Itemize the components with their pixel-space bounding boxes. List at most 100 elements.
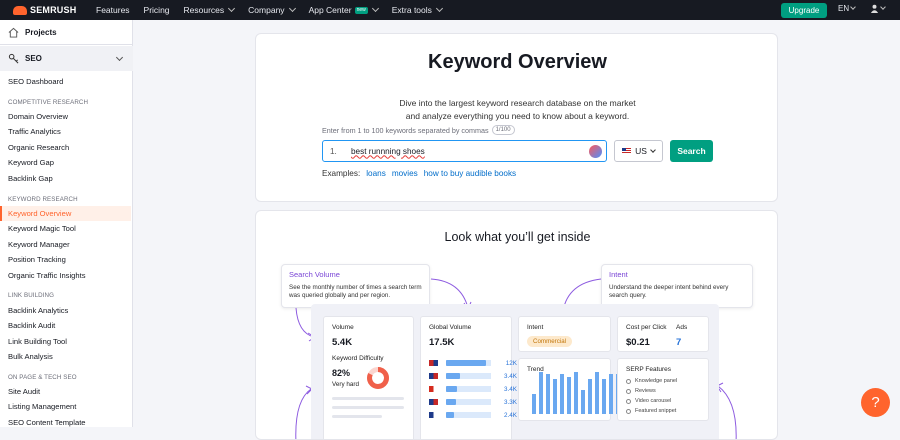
sidebar-item-keyword-gap[interactable]: Keyword Gap [8, 158, 54, 167]
sidebar-item-keyword-manager[interactable]: Keyword Manager [8, 240, 70, 249]
placeholder-line [332, 406, 404, 409]
main-content: Keyword Overview Dive into the largest k… [134, 20, 900, 440]
sidebar-item-organic-traffic-insights[interactable]: Organic Traffic Insights [8, 271, 86, 280]
example-link-audible[interactable]: how to buy audible books [424, 169, 516, 178]
sidebar-item-traffic-analytics[interactable]: Traffic Analytics [8, 127, 61, 136]
country-volume-row: 3.4K [429, 372, 517, 380]
keyword-count-badge: 1/100 [491, 125, 515, 135]
language-selector[interactable]: EN [838, 4, 856, 13]
upgrade-button[interactable]: Upgrade [781, 3, 827, 18]
sidebar-item-link-building-tool[interactable]: Link Building Tool [8, 337, 67, 346]
keyword-input[interactable]: 1. best runnning shoes [322, 140, 607, 162]
page-subtitle-line-2: and analyze everything you need to know … [405, 111, 630, 121]
features-preview-card: Look what you’ll get inside Search Volum… [255, 210, 778, 440]
sidebar-section-on-page: ON PAGE & TECH SEO [8, 374, 77, 381]
country-volume-row: 2.4K [429, 411, 517, 419]
trend-bar [539, 372, 543, 414]
sidebar-item-domain-overview[interactable]: Domain Overview [8, 112, 68, 121]
sidebar-section-link-building: LINK BUILDING [8, 292, 54, 299]
global-volume-widget: Global Volume 17.5K 12K 3.4K 3.4K 3.3K 2.4K [420, 316, 517, 439]
examples-row: Examples: loans movies how to buy audibl… [322, 169, 517, 178]
country-volume-value: 3.4K [504, 385, 517, 393]
country-volume-value: 3.4K [504, 372, 517, 380]
top-bar: SEMRUSH Features Pricing Resources Compa… [0, 0, 900, 20]
semrush-flame-icon [13, 5, 27, 15]
trend-bar [532, 394, 536, 414]
sidebar-item-seo-content-template[interactable]: SEO Content Template [8, 418, 86, 427]
country-volume-row: 3.3K [429, 398, 517, 406]
nav-features[interactable]: Features [96, 5, 130, 15]
chevron-down-icon [650, 146, 656, 153]
volume-widget: Volume 5.4K Keyword Difficulty 82% Very … [323, 316, 414, 439]
country-flag-icon [429, 399, 438, 405]
reviews-icon [626, 388, 631, 394]
chevron-down-icon [435, 4, 443, 13]
sidebar-item-keyword-magic-tool[interactable]: Keyword Magic Tool [8, 224, 76, 233]
trend-bar [546, 374, 550, 414]
database-selector[interactable]: US [614, 140, 663, 162]
nav-resources[interactable]: Resources [184, 4, 236, 15]
sidebar-projects[interactable]: Projects [0, 20, 133, 45]
country-flag-icon [429, 412, 438, 418]
trend-chart [532, 370, 620, 414]
volume-bar [446, 360, 486, 366]
country-volume-row: 3.4K [429, 385, 517, 393]
grammar-assistant-icon[interactable] [589, 145, 602, 158]
country-flag-icon [429, 373, 438, 379]
sidebar-item-keyword-overview[interactable]: Keyword Overview [8, 209, 71, 218]
sidebar-item-backlink-analytics[interactable]: Backlink Analytics [8, 306, 68, 315]
example-link-loans[interactable]: loans [366, 169, 386, 178]
nav-company[interactable]: Company [248, 4, 296, 15]
sidebar-seo-toggle[interactable]: SEO [0, 46, 133, 71]
new-badge: new [354, 6, 368, 14]
sidebar-section-keyword: KEYWORD RESEARCH [8, 196, 78, 203]
serp-item: Video carousel [626, 398, 671, 404]
sidebar-item-listing-management[interactable]: Listing Management [8, 402, 76, 411]
keyword-input-value: best runnning shoes [351, 146, 425, 156]
trend-bar [553, 379, 557, 414]
trend-bar [609, 374, 613, 414]
trend-bar [574, 372, 578, 414]
user-icon [870, 4, 879, 13]
example-link-movies[interactable]: movies [392, 169, 418, 178]
sidebar-item-seo-dashboard[interactable]: SEO Dashboard [8, 77, 63, 86]
knowledge-panel-icon [626, 378, 631, 384]
country-flag-icon [429, 386, 438, 392]
nav-pricing[interactable]: Pricing [144, 5, 170, 15]
video-carousel-icon [626, 398, 631, 404]
us-flag-icon [622, 148, 632, 154]
keyword-report-preview: Volume 5.4K Keyword Difficulty 82% Very … [311, 304, 719, 439]
featured-snippet-icon [626, 408, 631, 414]
trend-bar [560, 374, 564, 414]
volume-bar [446, 412, 454, 418]
nav-extra-tools[interactable]: Extra tools [392, 4, 443, 15]
trend-bar [567, 377, 571, 414]
trend-bar [581, 390, 585, 414]
chevron-down-icon [850, 4, 856, 10]
sidebar-item-site-audit[interactable]: Site Audit [8, 387, 40, 396]
semrush-logo[interactable]: SEMRUSH [13, 5, 96, 15]
country-volume-value: 3.3K [504, 398, 517, 406]
serp-features-widget: SERP Features Knowledge panel Reviews Vi… [617, 358, 709, 421]
page-title: Keyword Overview [428, 51, 607, 73]
chevron-down-icon [371, 4, 379, 13]
nav-app-center[interactable]: App Center new [309, 4, 379, 15]
trend-bar [595, 372, 599, 414]
sidebar-item-position-tracking[interactable]: Position Tracking [8, 255, 66, 264]
sidebar-item-backlink-gap[interactable]: Backlink Gap [8, 174, 53, 183]
sidebar-item-backlink-audit[interactable]: Backlink Audit [8, 321, 55, 330]
keyword-search-card: Keyword Overview Dive into the largest k… [255, 33, 778, 202]
volume-bar [446, 386, 457, 392]
sidebar-item-bulk-analysis[interactable]: Bulk Analysis [8, 352, 53, 361]
search-button[interactable]: Search [670, 140, 713, 162]
sidebar-section-competitive: COMPETITIVE RESEARCH [8, 99, 89, 106]
user-menu[interactable] [870, 4, 886, 13]
sidebar-item-organic-research[interactable]: Organic Research [8, 143, 69, 152]
trend-bar [588, 379, 592, 414]
help-button[interactable]: ? [861, 388, 890, 417]
line-number: 1. [330, 146, 337, 156]
sidebar: Projects SEO SEO Dashboard COMPETITIVE R… [0, 20, 133, 427]
serp-item: Featured snippet [626, 408, 676, 414]
cpc-widget: Cost per Click $0.21 Ads 7 [617, 316, 709, 352]
chevron-down-icon [228, 4, 236, 13]
